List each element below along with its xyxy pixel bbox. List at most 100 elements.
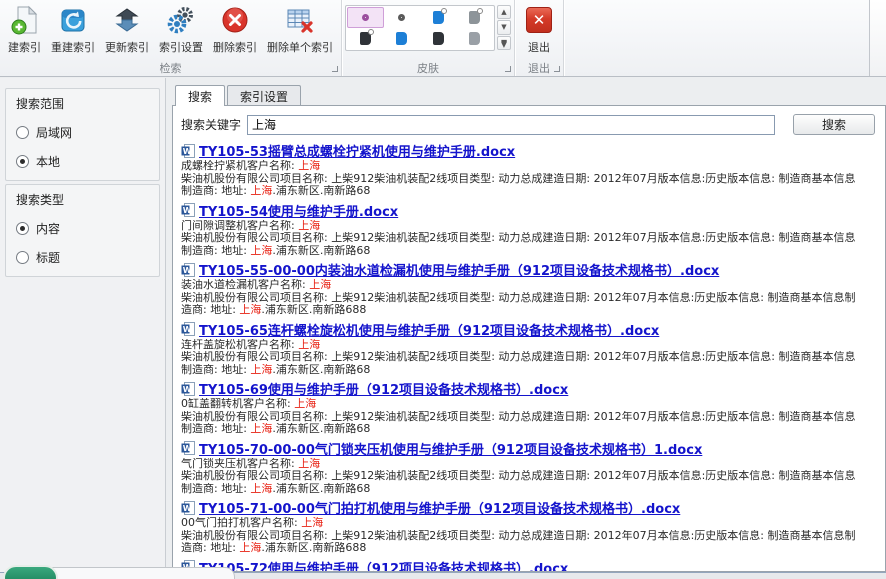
svg-text:W: W bbox=[183, 385, 192, 394]
result-title-link[interactable]: TY105-71-00-00气门拍打机使用与维护手册（912项目设备技术规格书）… bbox=[199, 498, 680, 517]
skin-black[interactable] bbox=[420, 28, 457, 49]
skin-dark-ring[interactable] bbox=[384, 7, 421, 28]
sidebar: 搜索范围 局域网 本地 搜索类型 内容 标题 bbox=[0, 78, 166, 572]
result-snippet-line: 制造商: 地址: 上海.浦东新区.南新路68 bbox=[181, 423, 877, 436]
result-snippet-line: 成螺栓拧紧机客户名称: 上海 bbox=[181, 160, 877, 173]
build-index-button[interactable]: 建索引 bbox=[3, 2, 46, 56]
svg-text:W: W bbox=[183, 147, 192, 156]
svg-text:W: W bbox=[183, 206, 192, 215]
result-snippet-line: 造商: 地址: 上海.浦东新区.南新路688 bbox=[181, 304, 877, 317]
skin-gray[interactable] bbox=[457, 28, 494, 49]
result-title-link[interactable]: TY105-70-00-00气门锁夹压机使用与维护手册（912项目设备技术规格书… bbox=[199, 439, 702, 458]
exit-group-dialog-launcher-icon[interactable] bbox=[554, 66, 560, 72]
build-index-label: 建索引 bbox=[8, 39, 41, 55]
gallery-scroll-down-icon[interactable]: ▼ bbox=[497, 20, 511, 34]
radio-title[interactable]: 标题 bbox=[16, 249, 149, 266]
radio-local[interactable]: 本地 bbox=[16, 153, 149, 170]
tab-search[interactable]: 搜索 bbox=[175, 85, 225, 106]
content-area: 搜索范围 局域网 本地 搜索类型 内容 标题 bbox=[0, 78, 886, 572]
result-snippet-line: 0缸盖翻转机客户名称: 上海 bbox=[181, 398, 877, 411]
result-snippet-line: 柴油机股份有限公司项目名称: 上柴912柴油机装配2线项目类型: 动力总成建造日… bbox=[181, 530, 877, 543]
search-keyword-input[interactable] bbox=[247, 115, 775, 135]
ribbon-spacer bbox=[564, 0, 869, 76]
search-row: 搜索关键字 搜索 bbox=[181, 114, 877, 135]
ribbon-group-index-label: 检索 bbox=[160, 60, 182, 76]
result-item: WTY105-54使用与维护手册.docx门间隙调整机客户名称: 上海柴油机股份… bbox=[181, 203, 877, 258]
word-doc-icon: W bbox=[181, 382, 195, 396]
skin-group-dialog-launcher-icon[interactable] bbox=[505, 66, 511, 72]
skin-gray-clock[interactable] bbox=[457, 7, 494, 28]
tab-index-settings[interactable]: 索引设置 bbox=[227, 85, 301, 105]
result-title-link[interactable]: TY105-55-00-00内装油水道检漏机使用与维护手册（912项目设备技术规… bbox=[199, 260, 719, 279]
gallery-scroll-up-icon[interactable]: ▲ bbox=[497, 5, 511, 19]
update-index-button[interactable]: 更新索引 bbox=[100, 2, 154, 56]
result-item: W TY105-55-00-00内装油水道检漏机使用与维护手册（912项目设备技术… bbox=[181, 262, 877, 317]
result-title-link[interactable]: TY105-65连杆螺栓旋松机使用与维护手册（912项目设备技术规格书）.doc… bbox=[199, 320, 659, 339]
index-group-dialog-launcher-icon[interactable] bbox=[332, 66, 338, 72]
radio-content-label: 内容 bbox=[36, 220, 60, 237]
result-title-row: W TY105-53摇臂总成螺栓拧紧机使用与维护手册.docx bbox=[181, 143, 877, 158]
delete-circle-icon bbox=[219, 4, 251, 36]
radio-lan-label: 局域网 bbox=[36, 124, 72, 141]
search-scope-title: 搜索范围 bbox=[16, 95, 149, 112]
result-title-link[interactable]: TY105-54使用与维护手册.docx bbox=[199, 201, 398, 220]
gallery-more-icon[interactable]: ▬▼ bbox=[497, 36, 511, 50]
result-snippet-line: 制造商: 地址: 上海.浦东新区.南新路68 bbox=[181, 483, 877, 496]
result-snippet-line: 柴油机股份有限公司项目名称: 上柴912柴油机装配2线项目类型: 动力总成建造日… bbox=[181, 232, 877, 245]
word-doc-icon: W bbox=[181, 263, 195, 277]
index-settings-button[interactable]: 索引设置 bbox=[154, 2, 208, 56]
exit-x-icon: ✕ bbox=[523, 4, 555, 36]
svg-text:W: W bbox=[183, 325, 192, 334]
ribbon-endcap bbox=[869, 0, 886, 76]
result-snippet-line: 制造商: 地址: 上海.浦东新区.南新路68 bbox=[181, 364, 877, 377]
word-doc-icon: W bbox=[181, 441, 195, 455]
result-title-row: W TY105-70-00-00气门锁夹压机使用与维护手册（912项目设备技术规格… bbox=[181, 441, 877, 456]
app-window: 建索引 重建索引 bbox=[0, 0, 886, 579]
word-doc-icon: W bbox=[181, 322, 195, 336]
rebuild-index-button[interactable]: 重建索引 bbox=[46, 2, 100, 56]
radio-title-icon bbox=[16, 251, 29, 264]
tab-bar: 搜索 索引设置 bbox=[172, 85, 886, 105]
ribbon: 建索引 重建索引 bbox=[0, 0, 886, 77]
skin-black-clock[interactable] bbox=[347, 28, 384, 49]
radio-content-icon bbox=[16, 222, 29, 235]
skin-blue-clock[interactable] bbox=[420, 7, 457, 28]
skin-purple-ring[interactable] bbox=[347, 7, 384, 28]
skin-blue[interactable] bbox=[384, 28, 421, 49]
rebuild-index-label: 重建索引 bbox=[51, 39, 95, 55]
exit-button[interactable]: ✕ 退出 bbox=[518, 2, 560, 56]
result-item: WTY105-72使用与维护手册（912项目设备技术规格书）.docx bbox=[181, 560, 877, 573]
radio-lan-icon bbox=[16, 126, 29, 139]
result-snippet-line: 气门锁夹压机客户名称: 上海 bbox=[181, 458, 877, 471]
status-green-indicator bbox=[3, 565, 58, 579]
delete-single-index-button[interactable]: 删除单个索引 bbox=[262, 2, 338, 56]
delete-index-button[interactable]: 删除索引 bbox=[208, 2, 262, 56]
result-title-row: W TY105-69使用与维护手册（912项目设备技术规格书）.docx bbox=[181, 381, 877, 396]
skin-gallery bbox=[345, 5, 495, 51]
result-snippet-line: 00气门拍打机客户名称: 上海 bbox=[181, 517, 877, 530]
result-item: W TY105-53摇臂总成螺栓拧紧机使用与维护手册.docx成螺栓拧紧机客户名称… bbox=[181, 143, 877, 198]
result-item: W TY105-65连杆螺栓旋松机使用与维护手册（912项目设备技术规格书）.do… bbox=[181, 322, 877, 377]
update-arrows-icon bbox=[111, 4, 143, 36]
svg-text:W: W bbox=[183, 266, 192, 275]
ribbon-group-skin: ▲ ▼ ▬▼ 皮肤 bbox=[342, 0, 515, 76]
result-snippet-line: 制造商: 地址: 上海.浦东新区.南新路68 bbox=[181, 185, 877, 198]
radio-content[interactable]: 内容 bbox=[16, 220, 149, 237]
exit-button-label: 退出 bbox=[528, 39, 550, 55]
ribbon-group-index: 建索引 重建索引 bbox=[0, 0, 342, 76]
radio-lan[interactable]: 局域网 bbox=[16, 124, 149, 141]
result-snippet-line: 柴油机股份有限公司项目名称: 上柴912柴油机装配2线项目类型: 动力总成建造日… bbox=[181, 470, 877, 483]
search-button[interactable]: 搜索 bbox=[793, 114, 875, 135]
ribbon-group-skin-label: 皮肤 bbox=[417, 60, 439, 76]
word-doc-icon: W bbox=[181, 203, 195, 217]
radio-title-label: 标题 bbox=[36, 249, 60, 266]
radio-local-icon bbox=[16, 155, 29, 168]
svg-text:W: W bbox=[183, 504, 192, 513]
result-title-link[interactable]: TY105-53摇臂总成螺栓拧紧机使用与维护手册.docx bbox=[199, 141, 515, 160]
word-doc-icon: W bbox=[181, 501, 195, 515]
result-item: W TY105-71-00-00气门拍打机使用与维护手册（912项目设备技术规格书… bbox=[181, 500, 877, 555]
word-doc-icon: W bbox=[181, 144, 195, 158]
result-snippet-line: 装油水道检漏机客户名称: 上海 bbox=[181, 279, 877, 292]
result-title-link[interactable]: TY105-72使用与维护手册（912项目设备技术规格书）.docx bbox=[199, 558, 568, 573]
result-title-link[interactable]: TY105-69使用与维护手册（912项目设备技术规格书）.docx bbox=[199, 379, 568, 398]
